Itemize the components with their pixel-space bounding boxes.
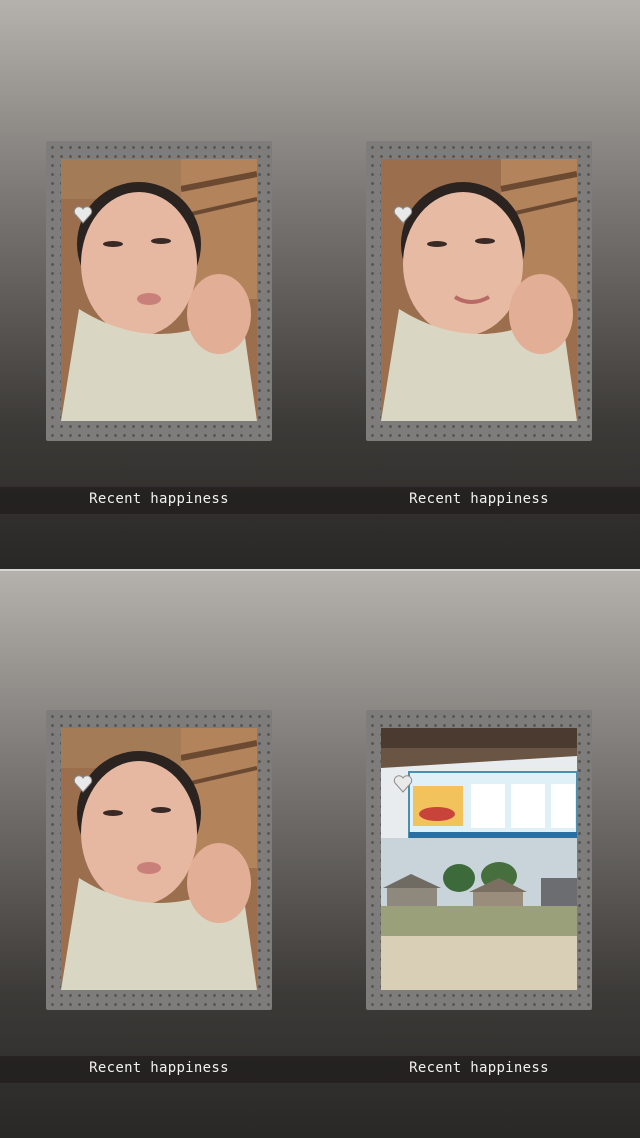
village-landscape-photo — [381, 728, 577, 990]
heart-sticker-icon — [73, 206, 93, 224]
photo-frame-right[interactable] — [366, 141, 592, 441]
story-panel-1[interactable]: Recent happiness Recent happiness — [0, 0, 640, 569]
caption-left: Recent happiness — [89, 491, 229, 507]
story-panel-2[interactable]: Recent happiness Recent happiness — [0, 569, 640, 1138]
photo-frame-left[interactable] — [46, 710, 272, 1010]
photo-frame-right[interactable] — [366, 710, 592, 1010]
selfie-photo — [61, 728, 257, 990]
heart-sticker-icon — [393, 775, 413, 793]
story-grid: Recent happiness Recent happiness Recent… — [0, 0, 640, 1138]
selfie-photo — [61, 159, 257, 421]
heart-sticker-icon — [73, 775, 93, 793]
photo-frame-left[interactable] — [46, 141, 272, 441]
caption-right: Recent happiness — [409, 491, 549, 507]
selfie-smile-photo — [381, 159, 577, 421]
caption-left: Recent happiness — [89, 1060, 229, 1076]
heart-sticker-icon — [393, 206, 413, 224]
caption-right: Recent happiness — [409, 1060, 549, 1076]
panel-divider — [0, 569, 640, 571]
